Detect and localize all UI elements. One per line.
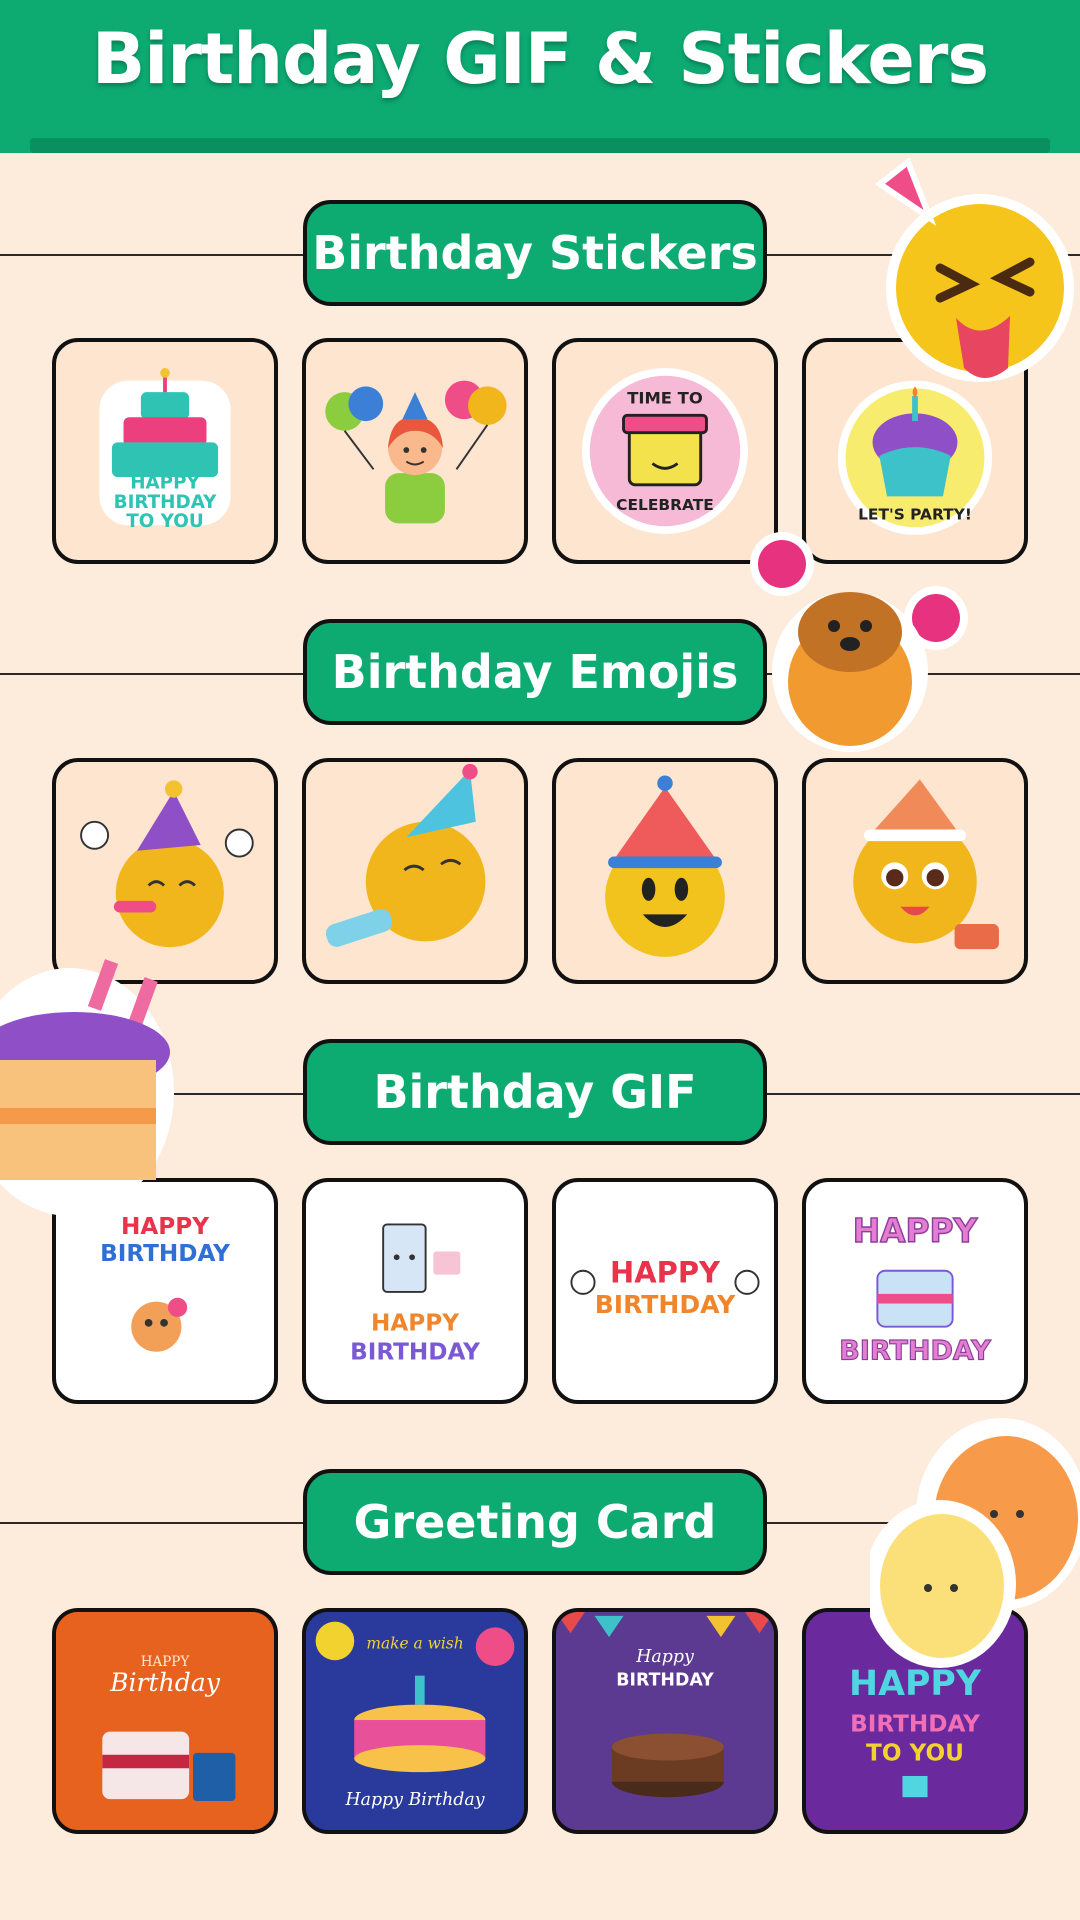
svg-text:HAPPY: HAPPY xyxy=(853,1212,979,1250)
happy-birthday-text-gif-icon: HAPPY BIRTHDAY xyxy=(570,1255,760,1319)
gif-tile[interactable]: HAPPY BIRTHDAY xyxy=(802,1178,1028,1404)
orange-card-icon: HAPPY Birthday xyxy=(56,1612,274,1830)
svg-text:TO YOU: TO YOU xyxy=(126,511,203,532)
crazy-face-emoji-sticker xyxy=(860,158,1080,408)
balloons-icon xyxy=(870,1418,1080,1668)
party-emoji-horn-icon xyxy=(325,763,486,947)
svg-text:BIRTHDAY: BIRTHDAY xyxy=(114,492,217,513)
card-tile[interactable]: make a wish Happy Birthday xyxy=(302,1608,528,1834)
party-emoji-smile-icon xyxy=(605,775,725,957)
section-title-greeting-card[interactable]: Greeting Card xyxy=(303,1469,767,1575)
purple-card-icon: Happy BIRTHDAY xyxy=(556,1612,774,1830)
app-title: Birthday GIF & Stickers xyxy=(91,18,989,100)
svg-text:Happy Birthday: Happy Birthday xyxy=(344,1790,484,1810)
party-emoji-cake-icon xyxy=(853,779,999,950)
section-title-gif[interactable]: Birthday GIF xyxy=(303,1039,767,1145)
blue-card-icon: make a wish Happy Birthday xyxy=(306,1612,524,1830)
svg-text:Birthday: Birthday xyxy=(109,1668,221,1697)
cake-gif-icon: HAPPY BIRTHDAY xyxy=(839,1211,992,1367)
sticker-tile[interactable]: HAPPY BIRTHDAY TO YOU xyxy=(52,338,278,564)
svg-text:HAPPY: HAPPY xyxy=(371,1311,459,1337)
emojis-grid xyxy=(52,758,1028,984)
emoji-tile[interactable] xyxy=(552,758,778,984)
app-header: Birthday GIF & Stickers xyxy=(0,0,1080,153)
svg-text:CELEBRATE: CELEBRATE xyxy=(616,496,714,514)
header-shadow xyxy=(30,138,1050,153)
cake-sticker-deco xyxy=(0,932,180,1222)
section-title-stickers[interactable]: Birthday Stickers xyxy=(303,200,767,306)
svg-text:BIRTHDAY: BIRTHDAY xyxy=(616,1670,714,1690)
cake-deco-icon xyxy=(0,959,174,1216)
section-title-emojis[interactable]: Birthday Emojis xyxy=(303,619,767,725)
puppy-balloons-sticker xyxy=(740,522,980,762)
svg-text:make a wish: make a wish xyxy=(366,1635,463,1653)
svg-text:Happy: Happy xyxy=(635,1647,694,1667)
card-tile[interactable]: HAPPY Birthday xyxy=(52,1608,278,1834)
gif-tile[interactable]: HAPPY BIRTHDAY xyxy=(302,1178,528,1404)
svg-text:HAPPY: HAPPY xyxy=(130,473,200,494)
gif-tile[interactable]: HAPPY BIRTHDAY xyxy=(552,1178,778,1404)
svg-text:BIRTHDAY: BIRTHDAY xyxy=(350,1339,480,1365)
emoji-tile[interactable] xyxy=(302,758,528,984)
balloons-sticker xyxy=(870,1418,1080,1718)
girl-with-balloons-icon xyxy=(325,380,507,524)
cake-sticker-icon: HAPPY BIRTHDAY TO YOU xyxy=(99,368,231,532)
milk-carton-gif-icon: HAPPY BIRTHDAY xyxy=(350,1223,480,1365)
crazy-face-icon xyxy=(874,158,1074,382)
puppy-icon xyxy=(750,532,968,752)
card-tile[interactable]: Happy BIRTHDAY xyxy=(552,1608,778,1834)
svg-text:TIME TO: TIME TO xyxy=(627,389,703,408)
sticker-tile[interactable] xyxy=(302,338,528,564)
svg-text:TO YOU: TO YOU xyxy=(866,1741,964,1767)
emoji-tile[interactable] xyxy=(802,758,1028,984)
svg-text:BIRTHDAY: BIRTHDAY xyxy=(595,1290,736,1319)
svg-text:BIRTHDAY: BIRTHDAY xyxy=(839,1335,991,1366)
svg-text:LET'S PARTY!: LET'S PARTY! xyxy=(858,505,972,523)
svg-text:HAPPY: HAPPY xyxy=(610,1255,721,1289)
gif-grid: HAPPY BIRTHDAY HAPPY BIRTHDAY HAPPY BIRT… xyxy=(52,1178,1028,1404)
svg-text:BIRTHDAY: BIRTHDAY xyxy=(100,1241,230,1267)
